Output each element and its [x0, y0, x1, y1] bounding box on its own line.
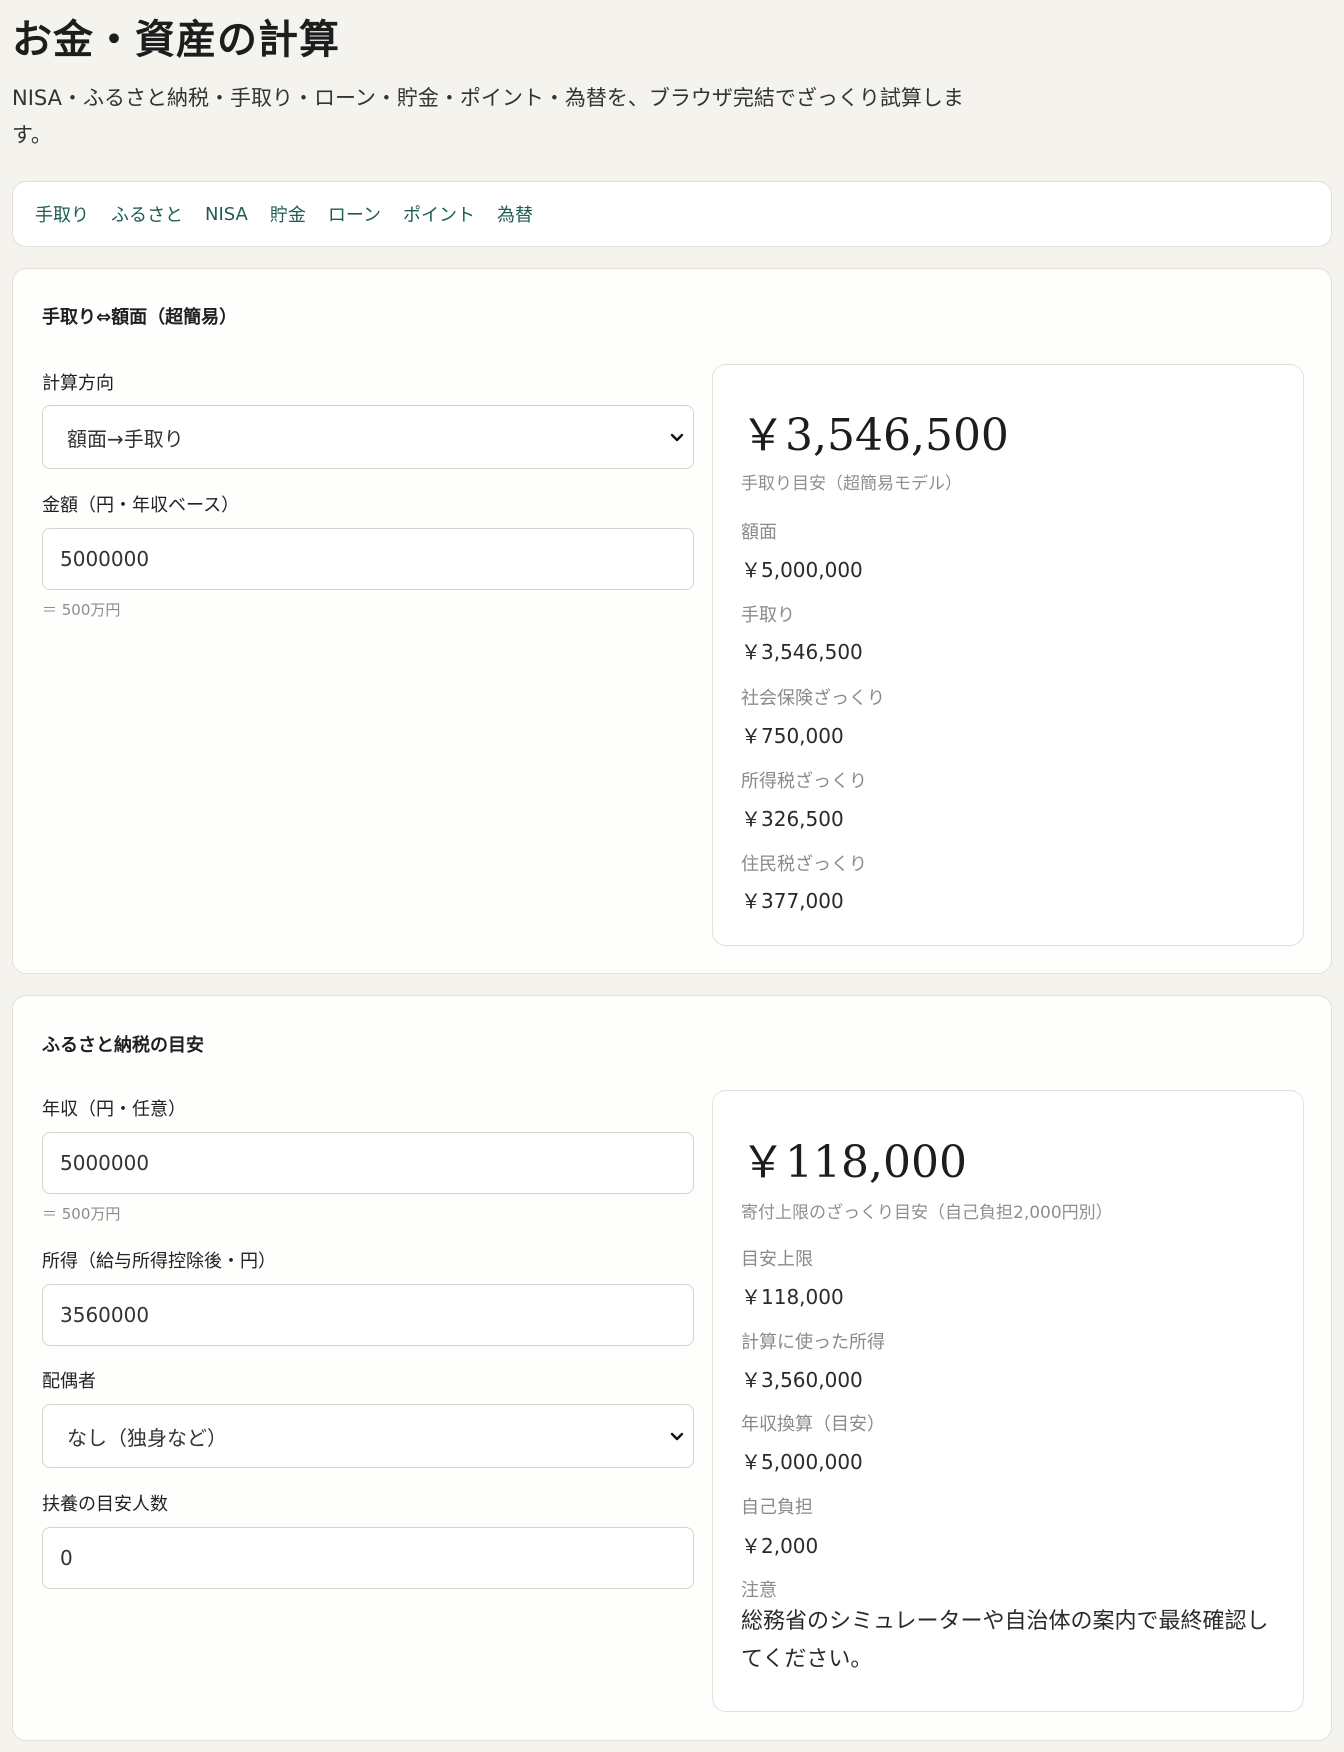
furusato-card: ふるさと納税の目安 年収（円・任意） 5000000 ＝ 500万円 所得（給与… — [12, 995, 1332, 1741]
furusato-title: ふるさと納税の目安 — [42, 1035, 204, 1056]
takehome-card: 手取り⇔額面（超簡易） 計算方向 額面→手取り 金額（円・年収ベース） 5000… — [12, 268, 1332, 974]
takehome-result-panel: ￥3,546,500 手取り目安（超簡易モデル） 額面 ￥5,000,000 手… — [712, 364, 1304, 946]
result-value-social-insurance: ￥750,000 — [741, 724, 844, 748]
chevron-down-icon — [670, 433, 684, 442]
page-description: NISA・ふるさと納税・手取り・ローン・貯金・ポイント・為替を、ブラウザ完結でざ… — [12, 86, 964, 147]
direction-label: 計算方向 — [42, 373, 114, 394]
nav-link-fx[interactable]: 為替 — [497, 201, 533, 227]
takehome-result-amount: ￥3,546,500 — [741, 410, 1009, 461]
nav-link-takehome[interactable]: 手取り — [35, 201, 89, 227]
direction-select-value: 額面→手取り — [67, 426, 184, 451]
result-label-limit: 目安上限 — [741, 1249, 813, 1270]
result-label-income-tax: 所得税ざっくり — [741, 771, 867, 792]
nav-link-furusato[interactable]: ふるさと — [111, 201, 183, 227]
result-label-resident-tax: 住民税ざっくり — [741, 854, 867, 875]
section-nav: 手取り ふるさと NISA 貯金 ローン ポイント 為替 — [12, 181, 1332, 247]
result-label-social-insurance: 社会保険ざっくり — [741, 688, 885, 709]
furusato-result-amount: ￥118,000 — [741, 1137, 967, 1188]
result-value-self-pay: ￥2,000 — [741, 1534, 819, 1558]
income-input[interactable]: 5000000 — [42, 1132, 694, 1194]
result-label-note: 注意 — [741, 1580, 777, 1601]
amount-hint: ＝ 500万円 — [42, 601, 121, 619]
dependents-input-value: 0 — [60, 1546, 73, 1570]
furusato-result-panel: ￥118,000 寄付上限のざっくり目安（自己負担2,000円別） 目安上限 ￥… — [712, 1090, 1304, 1712]
takehome-result-caption: 手取り目安（超簡易モデル） — [741, 474, 962, 494]
amount-input-value: 5000000 — [60, 547, 150, 571]
direction-select[interactable]: 額面→手取り — [42, 405, 694, 469]
result-value-used-income: ￥3,560,000 — [741, 1368, 863, 1392]
nav-link-points[interactable]: ポイント — [403, 201, 475, 227]
result-value-limit: ￥118,000 — [741, 1285, 844, 1309]
income-hint: ＝ 500万円 — [42, 1205, 121, 1223]
nav-link-nisa[interactable]: NISA — [205, 204, 248, 225]
income-label: 年収（円・任意） — [42, 1099, 186, 1120]
result-label-net: 手取り — [741, 605, 795, 626]
result-label-gross: 額面 — [741, 522, 777, 543]
shotoku-input[interactable]: 3560000 — [42, 1284, 694, 1346]
chevron-down-icon — [670, 1432, 684, 1441]
takehome-title: 手取り⇔額面（超簡易） — [42, 307, 238, 328]
amount-input[interactable]: 5000000 — [42, 528, 694, 590]
spouse-select[interactable]: なし（独身など） — [42, 1404, 694, 1468]
shotoku-label: 所得（給与所得控除後・円） — [42, 1251, 276, 1272]
dependents-input[interactable]: 0 — [42, 1527, 694, 1589]
dependents-label: 扶養の目安人数 — [42, 1494, 168, 1515]
result-value-net: ￥3,546,500 — [741, 640, 863, 664]
income-input-value: 5000000 — [60, 1151, 150, 1175]
result-label-annual-income: 年収換算（目安） — [741, 1414, 885, 1435]
result-label-self-pay: 自己負担 — [741, 1497, 813, 1518]
result-label-used-income: 計算に使った所得 — [741, 1332, 885, 1353]
result-value-resident-tax: ￥377,000 — [741, 889, 844, 913]
nav-link-savings[interactable]: 貯金 — [270, 201, 306, 227]
result-note-text: 総務省のシミュレーターや自治体の案内で最終確認してください。 — [741, 1609, 1269, 1672]
shotoku-input-value: 3560000 — [60, 1303, 150, 1327]
result-value-income-tax: ￥326,500 — [741, 807, 844, 831]
amount-label: 金額（円・年収ベース） — [42, 495, 240, 516]
nav-link-loan[interactable]: ローン — [328, 201, 381, 227]
result-value-gross: ￥5,000,000 — [741, 558, 863, 582]
result-value-annual-income: ￥5,000,000 — [741, 1450, 863, 1474]
spouse-label: 配偶者 — [42, 1371, 96, 1392]
spouse-select-value: なし（独身など） — [67, 1425, 227, 1450]
page-title: お金・資産の計算 — [12, 16, 340, 63]
furusato-result-caption: 寄付上限のざっくり目安（自己負担2,000円別） — [741, 1203, 1113, 1223]
